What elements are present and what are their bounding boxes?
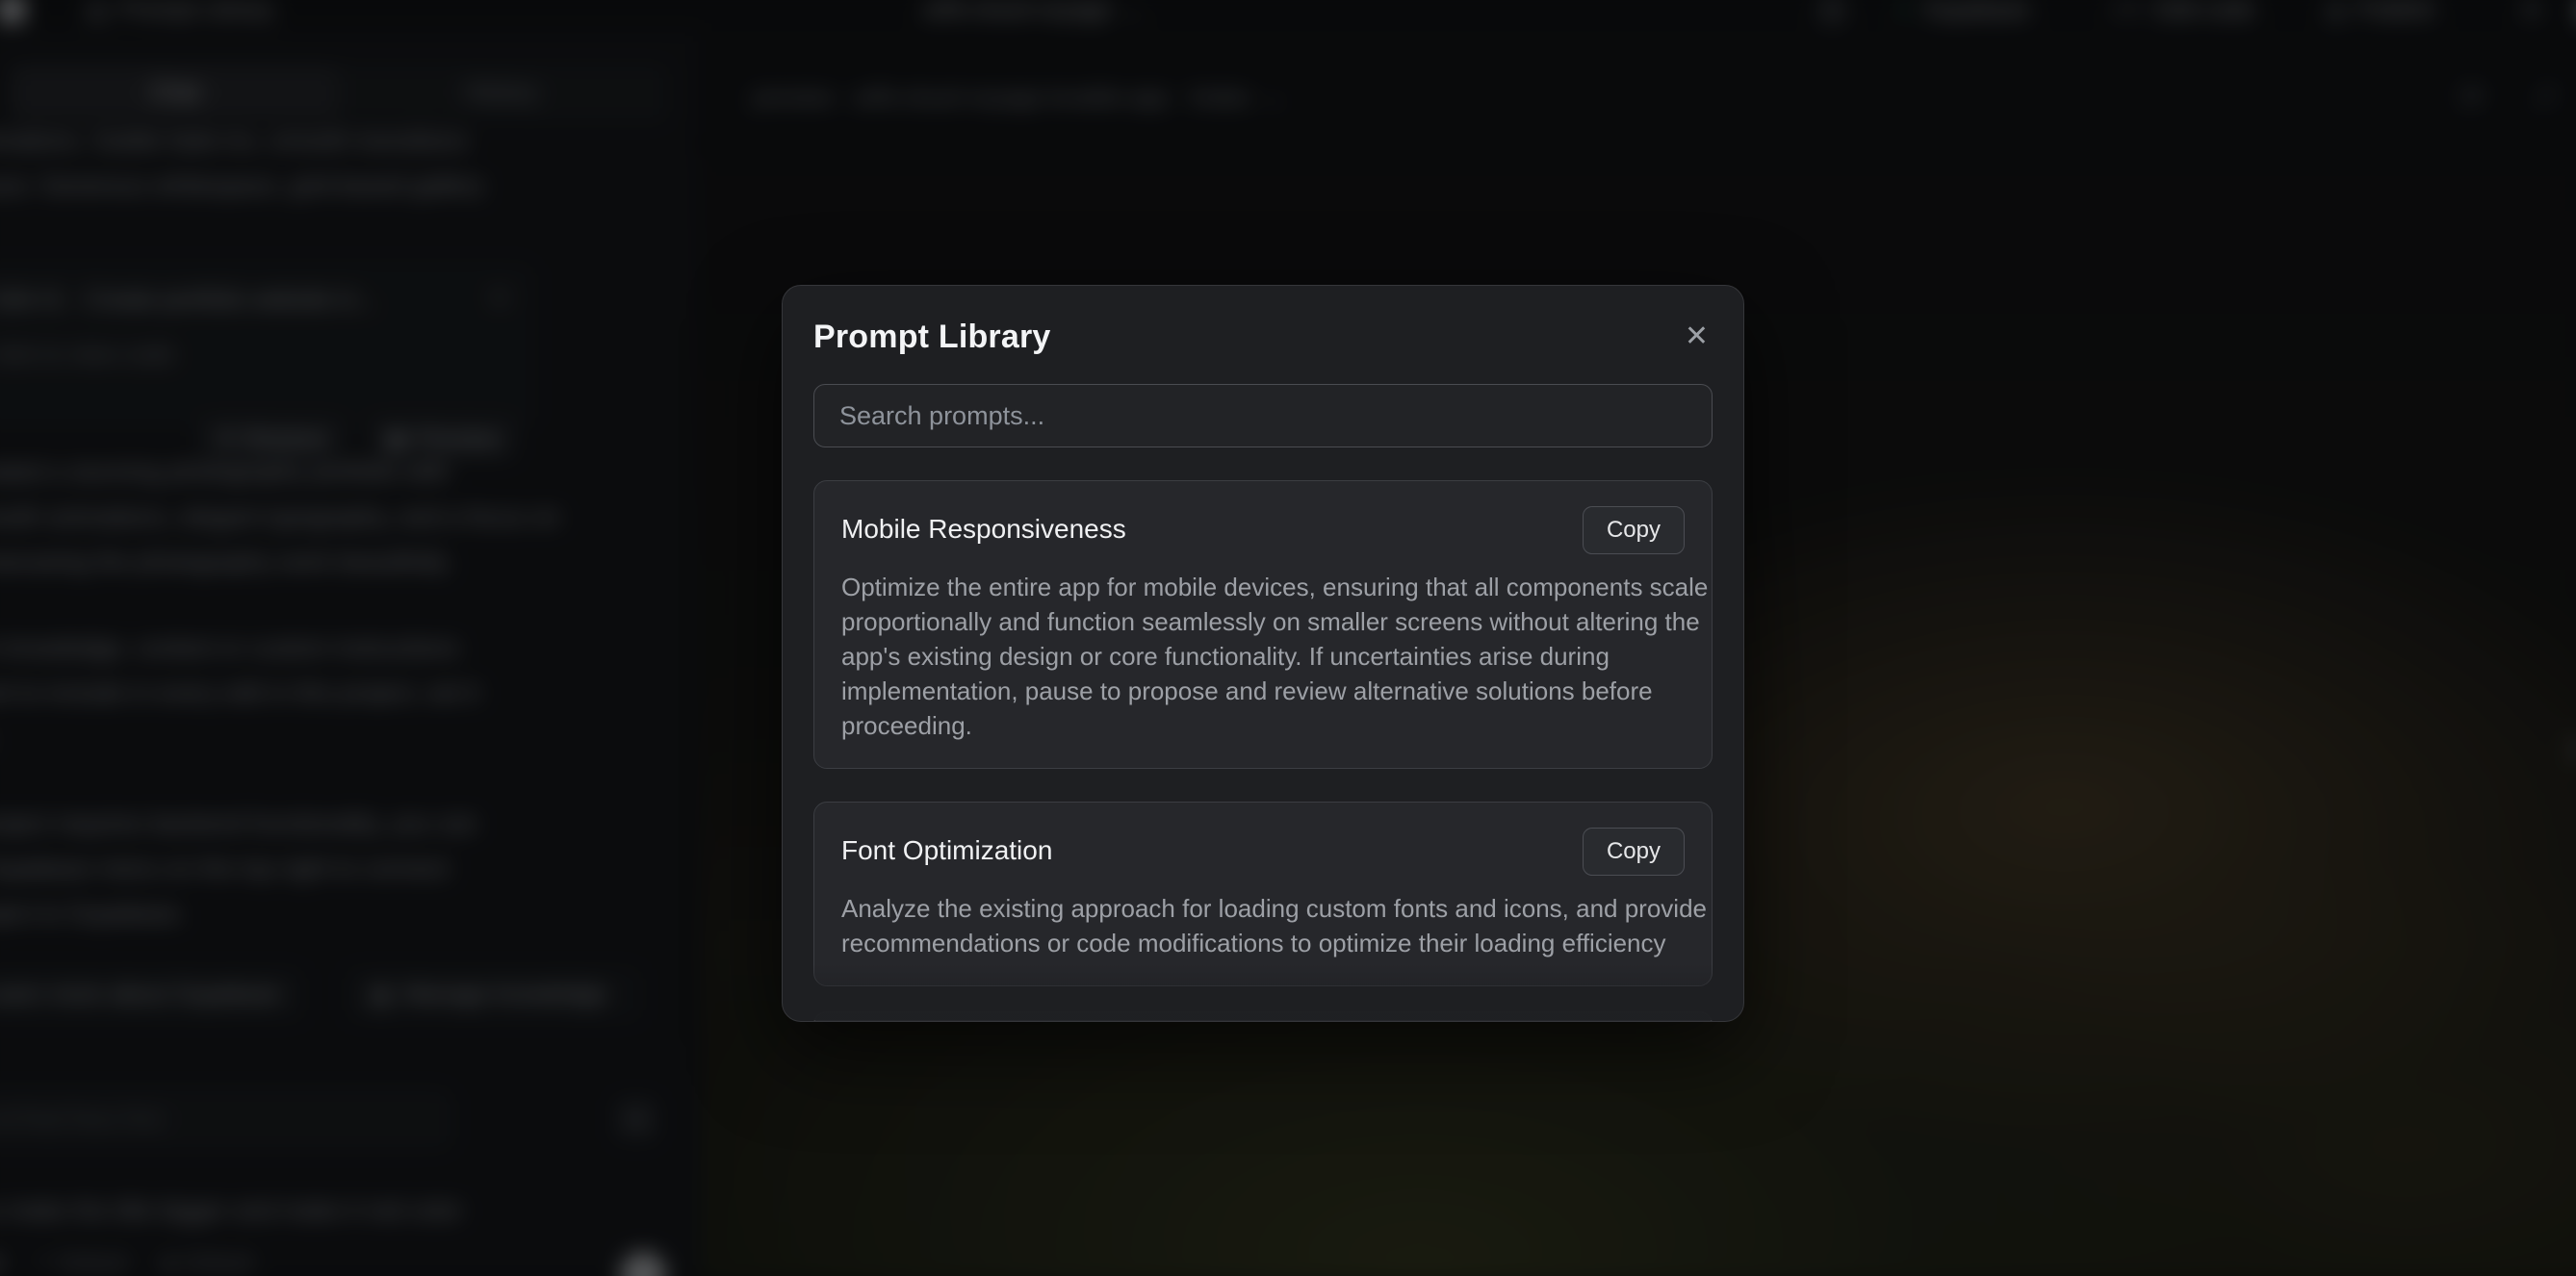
- screen: ▤ Prompt Library arfb-cloud-voyage ⌄ ⚡ S…: [0, 0, 2576, 1276]
- close-icon[interactable]: ✕: [1681, 319, 1713, 355]
- prompt-card-body: Optimize the entire app for mobile devic…: [841, 570, 1713, 743]
- prompt-card-body: Analyze the existing approach for loadin…: [841, 891, 1713, 960]
- prompt-card[interactable]: Font Optimization Copy Analyze the exist…: [813, 802, 1713, 986]
- copy-button[interactable]: Copy: [1583, 506, 1685, 554]
- prompt-card[interactable]: Mobile Responsiveness Copy Optimize the …: [813, 480, 1713, 769]
- prompt-card-title: Mobile Responsiveness: [841, 506, 1126, 545]
- modal-title: Prompt Library: [813, 319, 1051, 356]
- search-input[interactable]: [813, 384, 1713, 447]
- prompt-card-partial[interactable]: [813, 1011, 1713, 1022]
- prompt-library-modal: Prompt Library ✕ Mobile Responsiveness C…: [782, 285, 1744, 1022]
- prompt-card-title: Font Optimization: [841, 828, 1052, 866]
- copy-button[interactable]: Copy: [1583, 828, 1685, 876]
